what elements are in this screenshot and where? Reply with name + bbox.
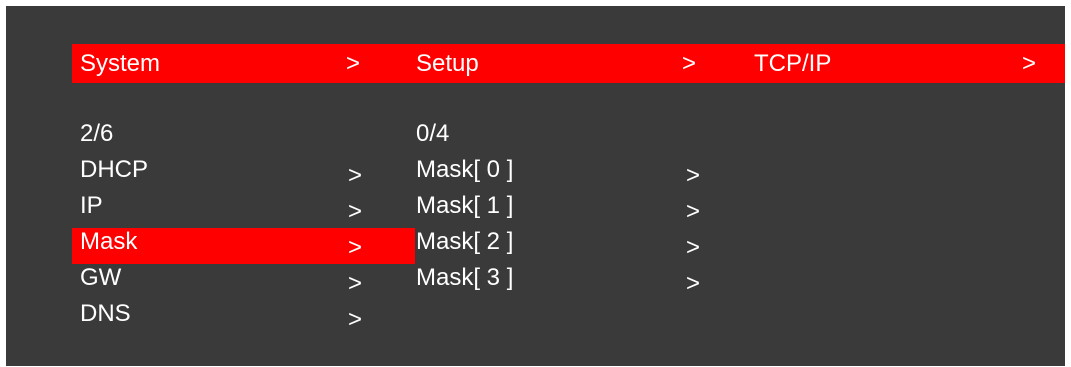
menu-item-ip[interactable]: IP [80,192,103,220]
menu-item-dns[interactable]: DNS [80,300,131,328]
osd-screen: System > Setup > TCP/IP > 2/6 DHCP > IP … [6,6,1065,366]
submenu-item-mask-0[interactable]: Mask[ 0 ] [416,156,513,184]
menu-item-dhcp-arrow: > [348,162,363,189]
submenu-item-mask-2[interactable]: Mask[ 2 ] [416,228,513,256]
submenu-item-mask-1[interactable]: Mask[ 1 ] [416,192,513,220]
menu-item-gw-arrow: > [348,270,363,297]
menu-item-mask-arrow: > [348,234,363,261]
breadcrumb-system[interactable]: System [80,50,160,78]
breadcrumb-setup[interactable]: Setup [416,50,479,78]
menu-item-dhcp[interactable]: DHCP [80,156,148,184]
breadcrumb-tcpip[interactable]: TCP/IP [754,50,831,78]
menu-item-dns-arrow: > [348,306,363,333]
menu-item-gw[interactable]: GW [80,264,121,292]
menu-item-ip-arrow: > [348,198,363,225]
submenu-item-mask-3[interactable]: Mask[ 3 ] [416,264,513,292]
submenu-item-mask-0-arrow: > [686,162,701,189]
menu-item-mask[interactable]: Mask [80,228,137,256]
breadcrumb-setup-arrow: > [682,50,697,77]
submenu-item-mask-3-arrow: > [686,270,701,297]
breadcrumb-bar [72,44,1065,83]
mid-menu-position: 0/4 [416,120,450,147]
left-menu-position: 2/6 [80,120,114,147]
breadcrumb-system-arrow: > [346,50,361,77]
submenu-item-mask-2-arrow: > [686,234,701,261]
submenu-item-mask-1-arrow: > [686,198,701,225]
breadcrumb-tcpip-arrow: > [1022,50,1037,77]
